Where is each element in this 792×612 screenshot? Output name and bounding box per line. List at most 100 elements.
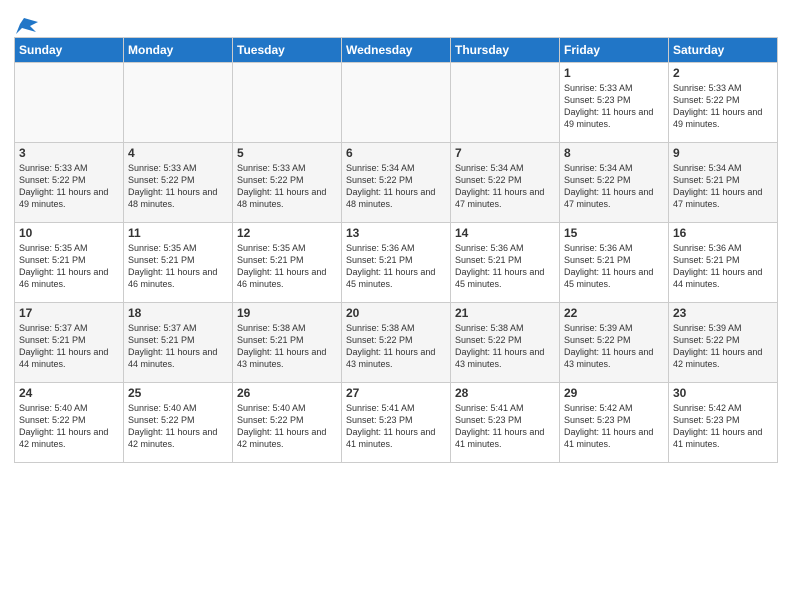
day-number: 28: [455, 386, 555, 400]
calendar-week-row: 24 Sunrise: 5:40 AM Sunset: 5:22 PM Dayli…: [15, 383, 778, 463]
calendar-week-row: 3Sunrise: 5:33 AM Sunset: 5:22 PM Daylig…: [15, 143, 778, 223]
calendar-day-cell: 25Sunrise: 5:40 AM Sunset: 5:22 PM Dayli…: [124, 383, 233, 463]
day-number: 23: [673, 306, 773, 320]
logo: [14, 14, 38, 31]
calendar-day-cell: 28Sunrise: 5:41 AM Sunset: 5:23 PM Dayli…: [451, 383, 560, 463]
day-info: Sunrise: 5:36 AM Sunset: 5:21 PM Dayligh…: [564, 242, 664, 291]
day-number: 21: [455, 306, 555, 320]
day-number: 24: [19, 386, 119, 400]
calendar-day-cell: 15 Sunrise: 5:36 AM Sunset: 5:21 PM Dayli…: [560, 223, 669, 303]
calendar-day-cell: 16 Sunrise: 5:36 AM Sunset: 5:21 PM Dayli…: [669, 223, 778, 303]
calendar-day-cell: 22 Sunrise: 5:39 AM Sunset: 5:22 PM Dayli…: [560, 303, 669, 383]
calendar-day-cell: [233, 63, 342, 143]
calendar-day-cell: 30 Sunrise: 5:42 AM Sunset: 5:23 PM Dayli…: [669, 383, 778, 463]
day-number: 22: [564, 306, 664, 320]
day-info: Sunrise: 5:33 AM Sunset: 5:22 PM Dayligh…: [19, 162, 119, 211]
day-number: 6: [346, 146, 446, 160]
calendar-day-cell: 24 Sunrise: 5:40 AM Sunset: 5:22 PM Dayli…: [15, 383, 124, 463]
calendar-day-cell: 26 Sunrise: 5:40 AM Sunset: 5:22 PM Dayli…: [233, 383, 342, 463]
day-of-week-header: Friday: [560, 38, 669, 63]
page: SundayMondayTuesdayWednesdayThursdayFrid…: [0, 0, 792, 612]
day-info: Sunrise: 5:40 AM Sunset: 5:22 PM Dayligh…: [128, 402, 228, 451]
day-info: Sunrise: 5:35 AM Sunset: 5:21 PM Dayligh…: [19, 242, 119, 291]
calendar-day-cell: 1Sunrise: 5:33 AM Sunset: 5:23 PM Daylig…: [560, 63, 669, 143]
calendar-day-cell: 18 Sunrise: 5:37 AM Sunset: 5:21 PM Dayli…: [124, 303, 233, 383]
calendar-day-cell: 17 Sunrise: 5:37 AM Sunset: 5:21 PM Dayli…: [15, 303, 124, 383]
calendar-day-cell: 13 Sunrise: 5:36 AM Sunset: 5:21 PM Dayli…: [342, 223, 451, 303]
day-info: Sunrise: 5:35 AM Sunset: 5:21 PM Dayligh…: [237, 242, 337, 291]
day-number: 27: [346, 386, 446, 400]
day-info: Sunrise: 5:39 AM Sunset: 5:22 PM Dayligh…: [564, 322, 664, 371]
calendar-day-cell: 10 Sunrise: 5:35 AM Sunset: 5:21 PM Dayli…: [15, 223, 124, 303]
day-info: Sunrise: 5:38 AM Sunset: 5:21 PM Dayligh…: [237, 322, 337, 371]
calendar-day-cell: 27 Sunrise: 5:41 AM Sunset: 5:23 PM Dayli…: [342, 383, 451, 463]
day-info: Sunrise: 5:34 AM Sunset: 5:22 PM Dayligh…: [346, 162, 446, 211]
day-number: 26: [237, 386, 337, 400]
calendar-day-cell: [342, 63, 451, 143]
day-number: 13: [346, 226, 446, 240]
day-info: Sunrise: 5:33 AM Sunset: 5:22 PM Dayligh…: [673, 82, 773, 131]
day-number: 20: [346, 306, 446, 320]
day-number: 10: [19, 226, 119, 240]
day-number: 17: [19, 306, 119, 320]
day-info: Sunrise: 5:38 AM Sunset: 5:22 PM Dayligh…: [346, 322, 446, 371]
day-info: Sunrise: 5:36 AM Sunset: 5:21 PM Dayligh…: [455, 242, 555, 291]
day-info: Sunrise: 5:33 AM Sunset: 5:22 PM Dayligh…: [128, 162, 228, 211]
day-number: 4: [128, 146, 228, 160]
calendar-day-cell: 3Sunrise: 5:33 AM Sunset: 5:22 PM Daylig…: [15, 143, 124, 223]
day-number: 29: [564, 386, 664, 400]
day-of-week-header: Thursday: [451, 38, 560, 63]
calendar-day-cell: 9Sunrise: 5:34 AM Sunset: 5:21 PM Daylig…: [669, 143, 778, 223]
day-info: Sunrise: 5:34 AM Sunset: 5:22 PM Dayligh…: [455, 162, 555, 211]
day-info: Sunrise: 5:41 AM Sunset: 5:23 PM Dayligh…: [346, 402, 446, 451]
day-number: 30: [673, 386, 773, 400]
day-info: Sunrise: 5:38 AM Sunset: 5:22 PM Dayligh…: [455, 322, 555, 371]
header: [14, 10, 778, 31]
day-info: Sunrise: 5:42 AM Sunset: 5:23 PM Dayligh…: [673, 402, 773, 451]
day-info: Sunrise: 5:40 AM Sunset: 5:22 PM Dayligh…: [19, 402, 119, 451]
day-number: 16: [673, 226, 773, 240]
calendar-day-cell: 6 Sunrise: 5:34 AM Sunset: 5:22 PM Daylig…: [342, 143, 451, 223]
day-info: Sunrise: 5:36 AM Sunset: 5:21 PM Dayligh…: [346, 242, 446, 291]
calendar: SundayMondayTuesdayWednesdayThursdayFrid…: [14, 37, 778, 463]
day-number: 11: [128, 226, 228, 240]
day-of-week-header: Sunday: [15, 38, 124, 63]
calendar-day-cell: 29 Sunrise: 5:42 AM Sunset: 5:23 PM Dayli…: [560, 383, 669, 463]
calendar-day-cell: 11 Sunrise: 5:35 AM Sunset: 5:21 PM Dayli…: [124, 223, 233, 303]
day-info: Sunrise: 5:36 AM Sunset: 5:21 PM Dayligh…: [673, 242, 773, 291]
day-number: 18: [128, 306, 228, 320]
calendar-header-row: SundayMondayTuesdayWednesdayThursdayFrid…: [15, 38, 778, 63]
calendar-day-cell: 23 Sunrise: 5:39 AM Sunset: 5:22 PM Dayli…: [669, 303, 778, 383]
calendar-day-cell: 14 Sunrise: 5:36 AM Sunset: 5:21 PM Dayli…: [451, 223, 560, 303]
day-number: 5: [237, 146, 337, 160]
day-number: 9: [673, 146, 773, 160]
calendar-day-cell: [15, 63, 124, 143]
calendar-day-cell: 20 Sunrise: 5:38 AM Sunset: 5:22 PM Dayli…: [342, 303, 451, 383]
logo-bird-icon: [16, 16, 38, 34]
calendar-day-cell: 8Sunrise: 5:34 AM Sunset: 5:22 PM Daylig…: [560, 143, 669, 223]
calendar-week-row: 10 Sunrise: 5:35 AM Sunset: 5:21 PM Dayli…: [15, 223, 778, 303]
day-info: Sunrise: 5:37 AM Sunset: 5:21 PM Dayligh…: [19, 322, 119, 371]
day-number: 15: [564, 226, 664, 240]
day-of-week-header: Wednesday: [342, 38, 451, 63]
calendar-day-cell: 21 Sunrise: 5:38 AM Sunset: 5:22 PM Dayli…: [451, 303, 560, 383]
day-number: 14: [455, 226, 555, 240]
calendar-day-cell: 5Sunrise: 5:33 AM Sunset: 5:22 PM Daylig…: [233, 143, 342, 223]
day-info: Sunrise: 5:35 AM Sunset: 5:21 PM Dayligh…: [128, 242, 228, 291]
day-number: 19: [237, 306, 337, 320]
calendar-day-cell: 12 Sunrise: 5:35 AM Sunset: 5:21 PM Dayli…: [233, 223, 342, 303]
day-of-week-header: Monday: [124, 38, 233, 63]
calendar-day-cell: 7Sunrise: 5:34 AM Sunset: 5:22 PM Daylig…: [451, 143, 560, 223]
day-info: Sunrise: 5:34 AM Sunset: 5:22 PM Dayligh…: [564, 162, 664, 211]
day-number: 2: [673, 66, 773, 80]
day-info: Sunrise: 5:40 AM Sunset: 5:22 PM Dayligh…: [237, 402, 337, 451]
calendar-week-row: 17 Sunrise: 5:37 AM Sunset: 5:21 PM Dayli…: [15, 303, 778, 383]
calendar-day-cell: 19 Sunrise: 5:38 AM Sunset: 5:21 PM Dayli…: [233, 303, 342, 383]
day-info: Sunrise: 5:33 AM Sunset: 5:23 PM Dayligh…: [564, 82, 664, 131]
day-number: 12: [237, 226, 337, 240]
day-info: Sunrise: 5:39 AM Sunset: 5:22 PM Dayligh…: [673, 322, 773, 371]
day-of-week-header: Saturday: [669, 38, 778, 63]
day-info: Sunrise: 5:42 AM Sunset: 5:23 PM Dayligh…: [564, 402, 664, 451]
day-info: Sunrise: 5:37 AM Sunset: 5:21 PM Dayligh…: [128, 322, 228, 371]
calendar-day-cell: [451, 63, 560, 143]
